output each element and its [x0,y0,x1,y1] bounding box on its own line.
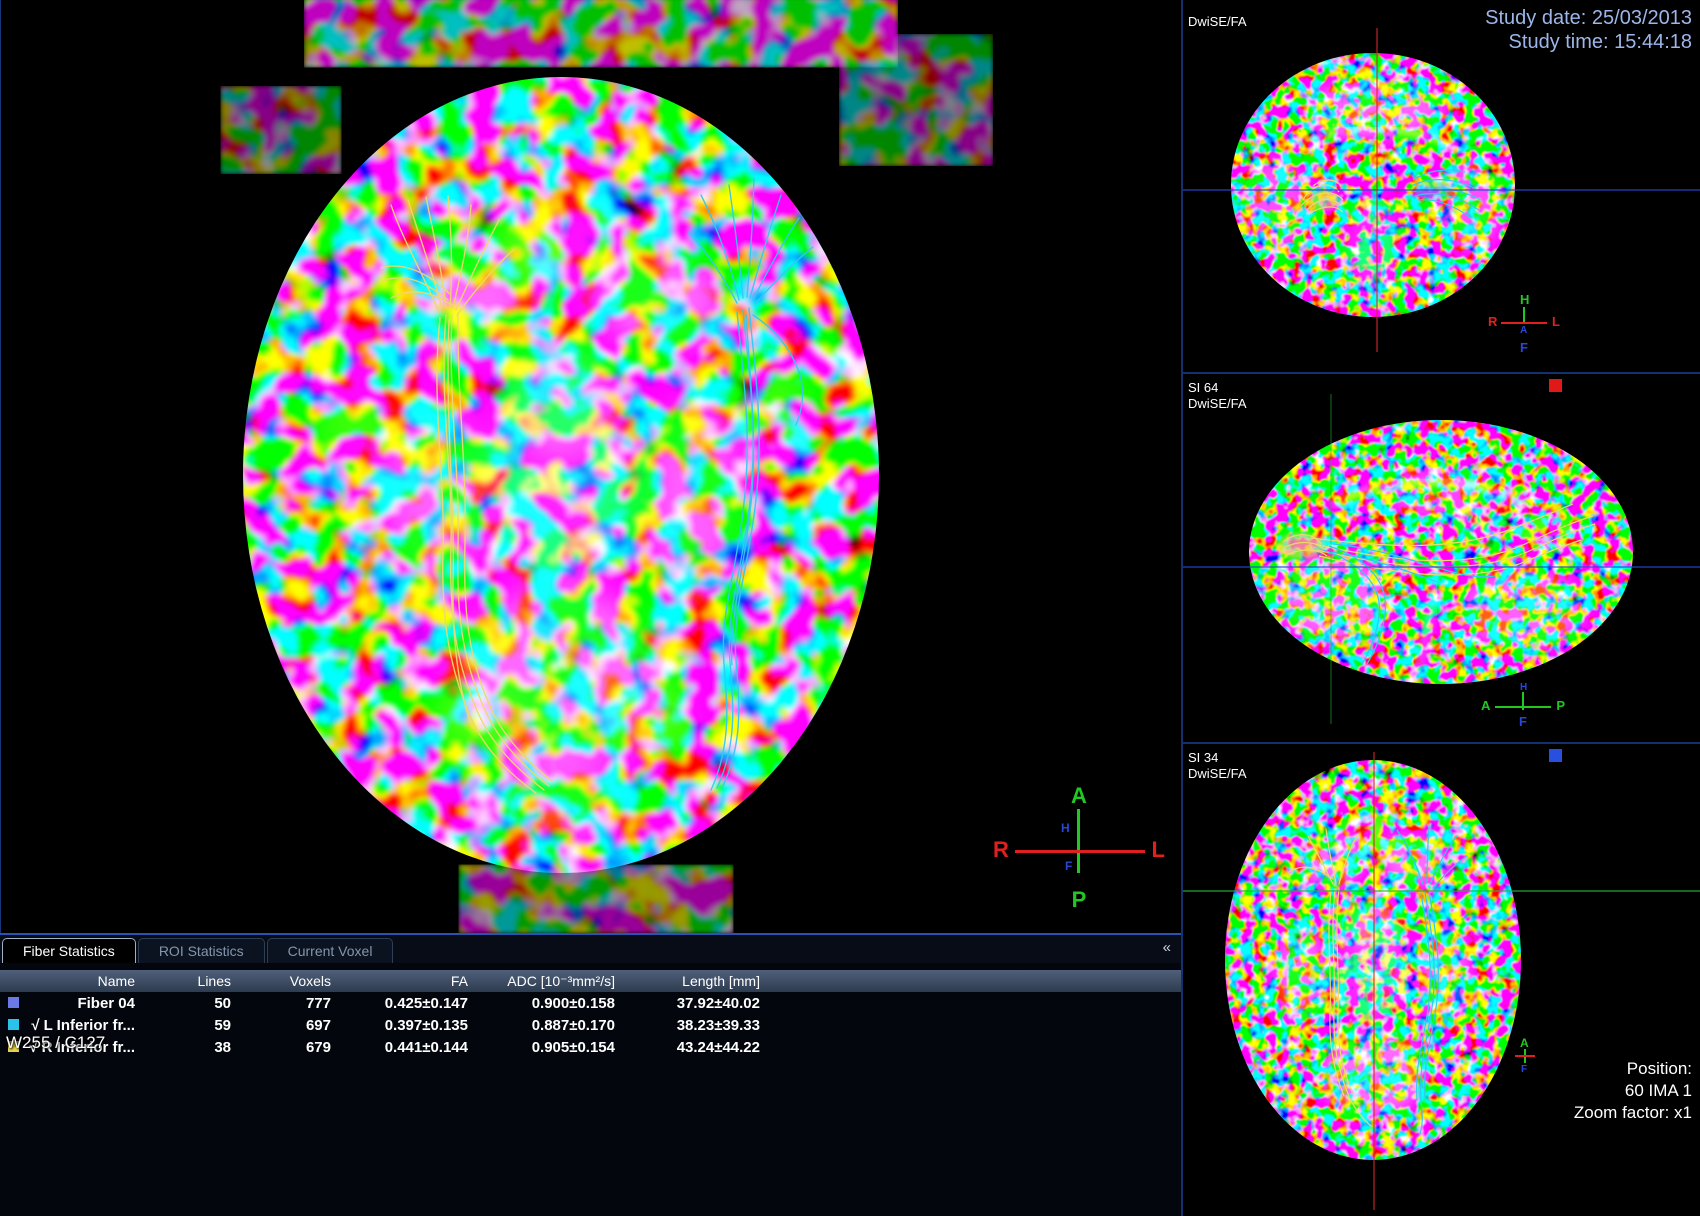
table-row[interactable]: √ L Inferior fr... 59 697 0.397±0.135 0.8… [0,1014,1181,1036]
cell-lines: 50 [150,995,235,1012]
table-row[interactable]: √R Inferior fr... 38 679 0.441±0.144 0.9… [0,1036,1181,1058]
modality-label: DwiSE/FA [1188,14,1247,29]
coronal-image [1183,0,1700,370]
cell-adc: 0.900±0.158 [472,995,619,1012]
viewport-sagittal[interactable]: SI 64 DwiSE/FA H A P F [1183,372,1700,742]
cell-voxels: 777 [235,995,335,1012]
modality-label: DwiSE/FA [1188,396,1247,411]
orientation-letter-posterior: P [1556,698,1565,713]
viewport-coronal[interactable]: DwiSE/FA Study date: 25/03/2013 Study ti… [1183,0,1700,370]
table-header-row: Name Lines Voxels FA ADC [10⁻³mm²/s] Len… [0,970,1181,992]
fiber-name: Fiber 04 [77,995,135,1012]
column-header-name: Name [0,973,150,989]
cell-fa: 0.425±0.147 [335,995,472,1012]
fiber-name: L Inferior fr... [44,1017,135,1034]
column-header-fa: FA [335,973,472,989]
column-header-adc: ADC [10⁻³mm²/s] [472,973,619,990]
axial-small-image [1183,744,1700,1216]
orientation-marker-main: A R L P H F [993,785,1165,917]
right-panel: DwiSE/FA Study date: 25/03/2013 Study ti… [1181,0,1700,1216]
cell-lines: 38 [150,1039,235,1056]
orientation-letter-feet: F [1521,1064,1527,1075]
orientation-letter-anterior: A [1481,698,1490,713]
slice-label: SI 64 [1188,380,1218,395]
cell-adc: 0.887±0.170 [472,1017,619,1034]
dti-fiber-track-viewer: A R L P H F W255 / C127 Fiber Statistics… [0,0,1700,1216]
orientation-letter-anterior: A [1071,783,1087,809]
cell-length: 37.92±40.02 [619,995,764,1012]
viewport-axial-small[interactable]: SI 34 DwiSE/FA A F Position: 60 IMA 1 Zo… [1183,742,1700,1216]
active-viewport-indicator[interactable] [1549,379,1562,392]
position-info: Position: 60 IMA 1 Zoom factor: x1 [1574,1058,1692,1124]
cell-lines: 59 [150,1017,235,1034]
table-row[interactable]: Fiber 04 50 777 0.425±0.147 0.900±0.158 … [0,992,1181,1014]
zoom-factor: Zoom factor: x1 [1574,1102,1692,1124]
column-header-voxels: Voxels [235,973,335,989]
orientation-letter-head: H [1520,292,1529,307]
cell-length: 38.23±39.33 [619,1017,764,1034]
orientation-letter-head: H [1061,821,1070,835]
cell-length: 43.24±44.22 [619,1039,764,1056]
orientation-letter-feet: F [1519,714,1527,729]
orientation-letter-feet: F [1065,859,1072,873]
window-level-annotation: W255 / C127 [6,1033,105,1053]
sagittal-image [1183,374,1700,742]
orientation-letter-feet: F [1520,340,1528,355]
orientation-letter-anterior: A [1520,325,1527,336]
viewport-axial-main[interactable]: A R L P H F [0,0,1182,933]
fiber-color-swatch [8,997,19,1008]
orientation-marker-coronal: H R L A F [1488,292,1560,358]
study-time: Study time: 15:44:18 [1485,30,1692,54]
cell-fa: 0.397±0.135 [335,1017,472,1034]
column-header-lines: Lines [150,973,235,989]
cell-voxels: 697 [235,1017,335,1034]
tab-fiber-statistics[interactable]: Fiber Statistics [2,938,136,963]
orientation-letter-left: L [1552,314,1560,329]
cell-voxels: 679 [235,1039,335,1056]
statistics-panel: Fiber Statistics ROI Statistics Current … [0,933,1181,1216]
active-viewport-indicator[interactable] [1549,749,1562,762]
collapse-panel-button[interactable]: « [1163,939,1171,956]
study-date: Study date: 25/03/2013 [1485,6,1692,30]
fiber-color-swatch [8,1019,19,1030]
orientation-letter-posterior: P [1072,887,1087,913]
orientation-axis-vertical [1077,809,1080,873]
fiber-visibility-check[interactable]: √ [31,1017,39,1034]
position-value: 60 IMA 1 [1574,1080,1692,1102]
orientation-letter-right: R [993,837,1009,863]
tab-roi-statistics[interactable]: ROI Statistics [138,938,265,963]
position-label: Position: [1574,1058,1692,1080]
orientation-marker-sagittal: H A P F [1481,684,1565,734]
column-header-length: Length [mm] [619,973,764,989]
slice-label: SI 34 [1188,750,1218,765]
tab-current-voxel[interactable]: Current Voxel [267,938,394,963]
orientation-letter-anterior: A [1520,1036,1529,1050]
study-info: Study date: 25/03/2013 Study time: 15:44… [1485,6,1692,54]
orientation-letter-right: R [1488,314,1497,329]
orientation-axis-horizontal [1015,850,1145,853]
cell-fa: 0.441±0.144 [335,1039,472,1056]
statistics-tabbar: Fiber Statistics ROI Statistics Current … [0,935,1181,963]
modality-label: DwiSE/FA [1188,766,1247,781]
cell-adc: 0.905±0.154 [472,1039,619,1056]
orientation-marker-axial-small: A F [1513,1036,1539,1080]
orientation-letter-left: L [1152,837,1165,863]
